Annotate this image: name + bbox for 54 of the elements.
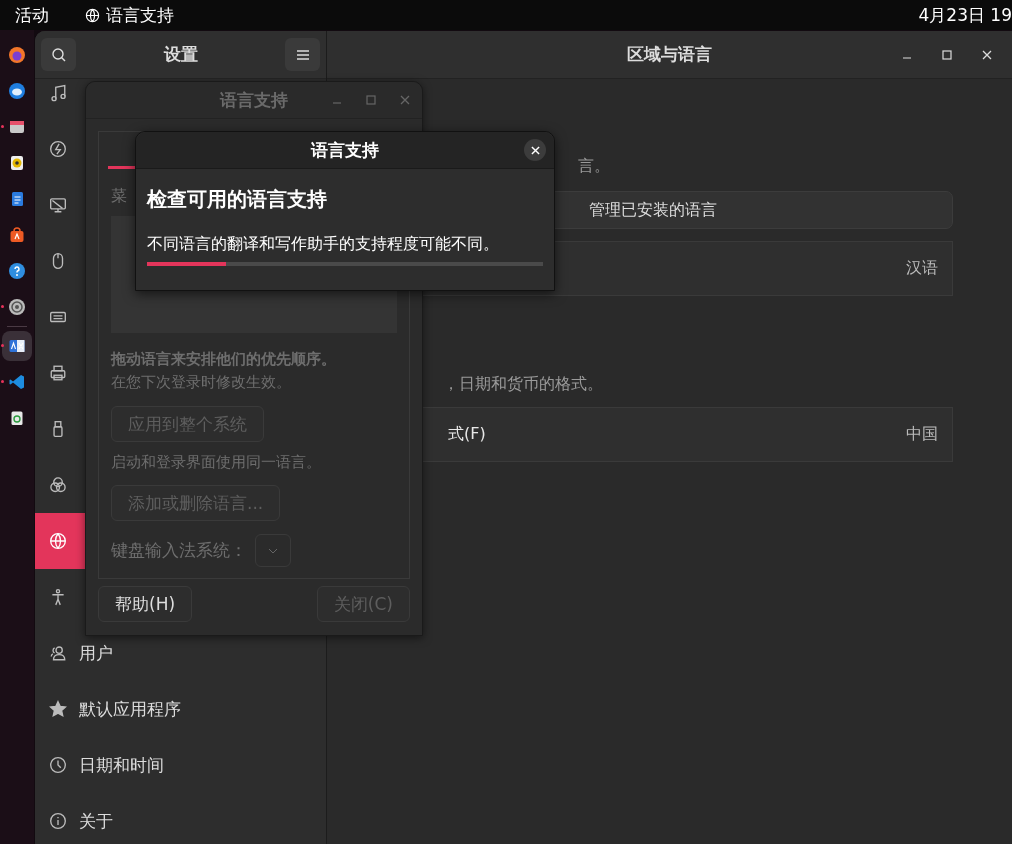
printer-icon [49,364,67,382]
translate-icon[interactable] [8,337,26,355]
activities-button[interactable]: 活动 [15,3,49,27]
description-text: ，日期和货币的格式。 [443,374,604,394]
row-label: 式(F) [448,424,486,445]
menu-button[interactable] [285,38,320,71]
speaker-icon[interactable] [8,154,26,172]
sidebar-title: 设置 [163,43,198,66]
disc-icon[interactable] [8,298,26,316]
lightning-icon [49,140,67,158]
chevron-down-icon [268,547,278,554]
sidebar-item[interactable] [35,513,85,569]
menu-icon [295,48,310,61]
sidebar-item[interactable]: 关于 [35,793,326,844]
row-value: 中国 [906,424,938,445]
search-button[interactable] [41,38,76,71]
bird-mail-icon[interactable] [8,82,26,100]
star-icon [49,700,67,718]
close-icon [530,145,540,155]
globe-icon [49,532,67,550]
standing-figure-icon [49,588,67,606]
input-method-dropdown[interactable] [255,534,291,567]
hint-text: 拖动语言来安排他们的优先顺序。 [111,350,337,368]
help-button[interactable]: 帮助(H) [98,586,193,622]
dock-item[interactable] [2,331,32,361]
monitor-icon [49,196,67,214]
dialog-title: 语言支持 [311,138,379,162]
window-title: 语言支持 [220,88,288,112]
app-menu[interactable]: 语言支持 [106,3,174,27]
info-icon [49,812,67,830]
question-mark-icon[interactable] [8,262,26,280]
description-text: 言。 [578,156,611,176]
code-editor-icon[interactable] [8,373,26,391]
search-icon [50,46,67,63]
folder-icon[interactable] [8,118,26,136]
row-value: 汉语 [906,258,938,279]
sidebar-item[interactable]: 日期和时间 [35,737,326,793]
hint-text: 在您下次登录时修改生效。 [111,373,292,391]
clock[interactable]: 4月23日 19 [918,3,1012,27]
globe-icon [85,7,100,23]
sidebar-item[interactable]: 默认应用程序 [35,681,326,737]
fox-globe-icon[interactable] [8,46,26,64]
window-title: 区域与语言 [627,43,712,66]
dialog-heading: 检查可用的语言支持 [147,186,328,212]
list-label: 菜 [111,186,127,206]
input-method-label: 键盘输入法系统： [111,539,247,562]
music-note-icon [49,84,67,102]
shopping-bag-icon[interactable] [8,226,26,244]
color-circles-icon [49,476,67,494]
users-icon [49,644,67,662]
sidebar-item[interactable]: 用户 [35,625,326,681]
close-button[interactable] [524,139,546,161]
tab-indicator[interactable] [108,166,136,169]
clock-icon [49,756,67,774]
